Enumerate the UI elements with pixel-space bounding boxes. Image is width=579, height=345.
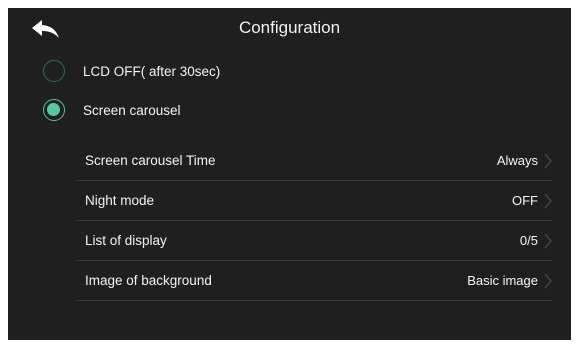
setting-label: List of display (85, 233, 167, 248)
setting-label: Screen carousel Time (85, 153, 216, 168)
setting-row-carousel-time[interactable]: Screen carousel Time Always (76, 141, 552, 181)
header-bar: Configuration (8, 8, 571, 48)
setting-value: 0/5 (519, 233, 538, 248)
option-label: LCD OFF( after 30sec) (83, 63, 221, 79)
chevron-right-icon (542, 151, 554, 171)
settings-list: Screen carousel Time Always Night mode O… (76, 141, 552, 301)
configuration-screen: Configuration LCD OFF( after 30sec) Scre… (8, 8, 571, 340)
setting-value-group: 0/5 (520, 231, 552, 251)
radio-unchecked-icon[interactable] (43, 60, 65, 82)
chevron-right-icon (542, 231, 554, 251)
setting-row-background-image[interactable]: Image of background Basic image (76, 261, 552, 301)
setting-label: Night mode (85, 193, 155, 208)
setting-row-night-mode[interactable]: Night mode OFF (76, 181, 552, 221)
setting-row-list-of-display[interactable]: List of display 0/5 (76, 221, 552, 261)
option-lcd-off[interactable]: LCD OFF( after 30sec) (43, 58, 443, 84)
option-screen-carousel[interactable]: Screen carousel (43, 97, 443, 123)
radio-dot (47, 103, 60, 116)
setting-value: Basic image (467, 273, 538, 288)
chevron-right-icon (542, 191, 554, 211)
option-label: Screen carousel (83, 102, 181, 118)
setting-value-group: Always (497, 151, 552, 171)
setting-value: Always (496, 153, 538, 168)
setting-value-group: OFF (512, 191, 552, 211)
page-title: Configuration (238, 18, 341, 37)
setting-value-group: Basic image (467, 271, 552, 291)
setting-value: OFF (512, 193, 538, 208)
chevron-right-icon (542, 271, 554, 291)
setting-label: Image of background (85, 273, 212, 288)
radio-checked-icon[interactable] (43, 99, 65, 121)
